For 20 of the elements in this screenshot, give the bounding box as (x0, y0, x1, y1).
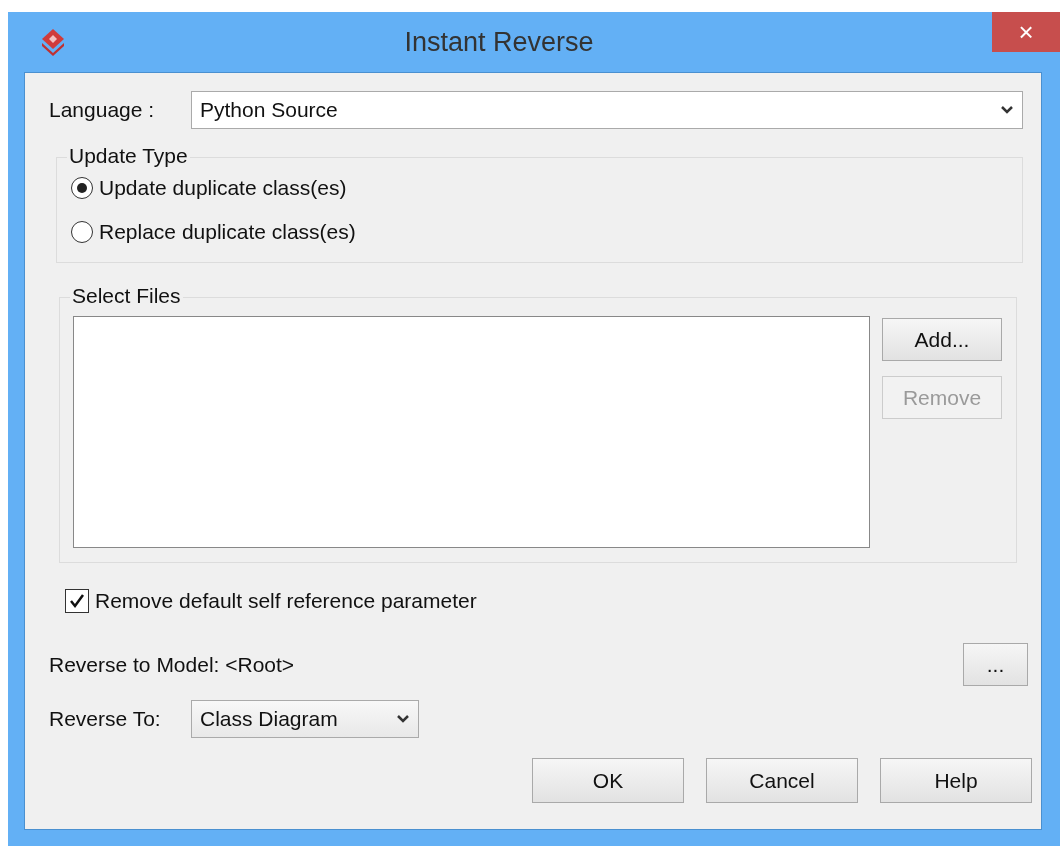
checkbox-row[interactable]: Remove default self reference parameter (65, 589, 1023, 613)
chevron-down-icon (1000, 105, 1014, 115)
browse-button[interactable]: ... (963, 643, 1028, 686)
dialog-button[interactable]: Cancel (706, 758, 858, 803)
language-dropdown[interactable]: Python Source (191, 91, 1023, 129)
language-label: Language : (49, 98, 156, 122)
checkmark-icon (69, 593, 85, 609)
radio-option[interactable]: Update duplicate class(es) (71, 176, 1008, 200)
file-list[interactable] (73, 316, 870, 548)
close-button[interactable]: × (992, 12, 1060, 52)
dialog-button[interactable]: Help (880, 758, 1032, 803)
window-title: Instant Reverse (403, 26, 595, 58)
dialog-button[interactable]: OK (532, 758, 684, 803)
file-action-button[interactable]: Add... (882, 318, 1002, 361)
app-logo-icon (40, 27, 66, 57)
chevron-down-icon (396, 714, 410, 724)
reverse-to-dropdown[interactable]: Class Diagram (191, 700, 419, 738)
radio-option[interactable]: Replace duplicate class(es) (71, 220, 1008, 244)
reverse-to-label: Reverse To: (49, 707, 162, 731)
reverse-to-model-label: Reverse to Model: <Root> (49, 652, 295, 677)
